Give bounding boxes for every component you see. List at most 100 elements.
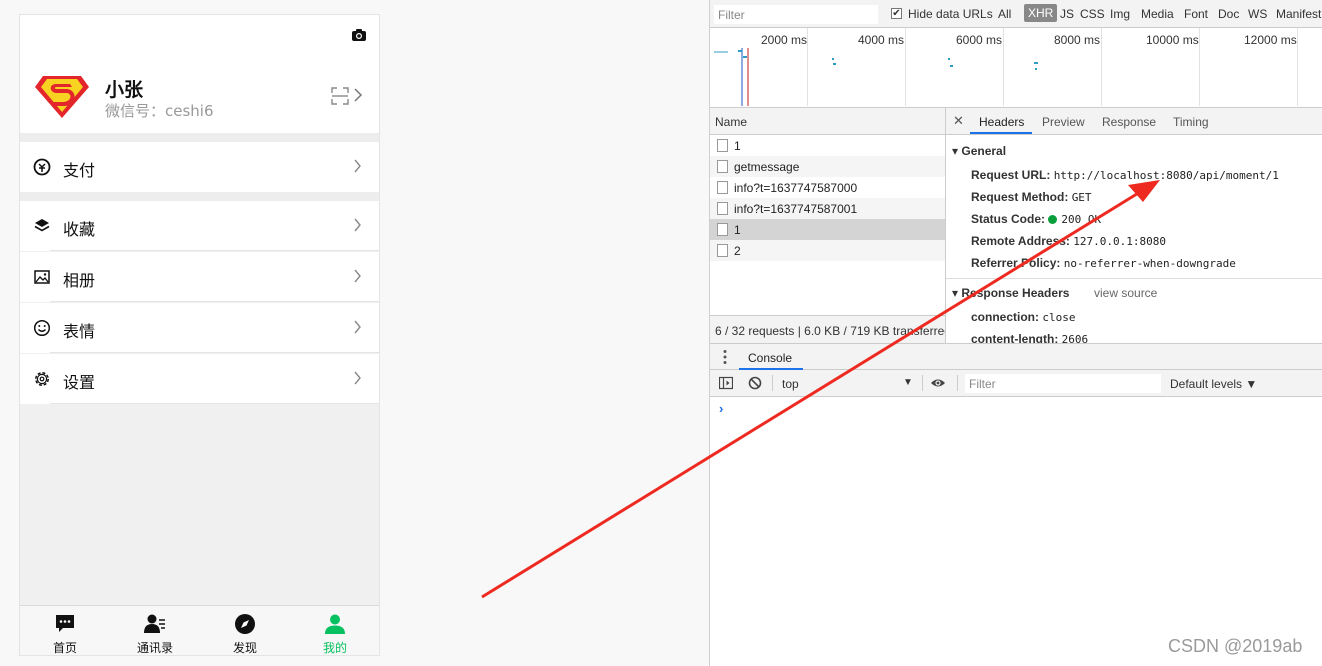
avatar[interactable] (34, 75, 90, 119)
header-value: 2606 (1061, 333, 1089, 343)
network-filter-bar: ✔ Hide data URLs All XHR JS CSS Img Medi… (710, 0, 1322, 28)
filter-type-xhr[interactable]: XHR (1024, 4, 1058, 22)
request-name: 2 (734, 244, 741, 258)
menu-item-label: 设置 (63, 373, 96, 392)
menu-item-pay[interactable]: 支付 (20, 142, 379, 192)
camera-icon[interactable] (352, 29, 366, 41)
view-source-link[interactable]: view source (1094, 286, 1157, 300)
request-name: info?t=1637747587001 (734, 202, 858, 216)
response-headers-section-header[interactable]: ▾ Response Headers (952, 286, 1069, 300)
network-summary: 6 / 32 requests | 6.0 KB / 719 KB transf… (715, 324, 946, 338)
request-type-icon (717, 223, 728, 236)
menu-item-label: 相册 (63, 271, 96, 290)
menu-item-album[interactable]: 相册 (20, 252, 379, 302)
tab-preview[interactable]: Preview (1042, 115, 1085, 129)
toolbar-divider (922, 375, 923, 391)
discover-icon (235, 614, 255, 634)
header-row: Request URL: http://localhost:8080/api/m… (971, 168, 1279, 182)
menu-item-label: 支付 (63, 161, 96, 180)
header-row: Remote Address: 127.0.0.1:8080 (971, 234, 1166, 248)
tab-console[interactable]: Console (748, 351, 792, 365)
tab-contacts[interactable]: 通讯录 (110, 606, 200, 656)
filter-type-all[interactable]: All (998, 7, 1011, 21)
tab-headers[interactable]: Headers (979, 115, 1024, 129)
console-prompt[interactable]: › (719, 401, 723, 416)
filter-type-manifest[interactable]: Manifest (1276, 7, 1321, 21)
request-row-selected[interactable]: 1 (710, 219, 945, 240)
tab-response[interactable]: Response (1102, 115, 1156, 129)
request-name: info?t=1637747587000 (734, 181, 858, 195)
more-options-icon[interactable] (723, 349, 727, 365)
emoji-icon (33, 319, 51, 337)
header-value: close (1042, 311, 1076, 324)
screenshot: 小张 微信号：ceshi6 支付 收藏 相册 表情 设置 首页 通讯录 发现 我… (0, 0, 1322, 666)
section-gap (20, 192, 379, 201)
menu-item-label: 收藏 (63, 220, 96, 239)
tab-timing[interactable]: Timing (1173, 115, 1209, 129)
filter-type-font[interactable]: Font (1184, 7, 1208, 21)
general-title: General (961, 144, 1007, 158)
clear-console-icon[interactable] (748, 376, 762, 390)
network-timeline-overview[interactable]: 2000 ms 4000 ms 6000 ms 8000 ms 10000 ms… (710, 28, 1322, 108)
response-headers-title: Response Headers (961, 286, 1070, 300)
request-row[interactable]: info?t=1637747587000 (710, 177, 945, 198)
filter-type-doc[interactable]: Doc (1218, 7, 1239, 21)
toolbar-divider (957, 375, 958, 391)
favorites-icon (34, 219, 50, 232)
header-value: GET (1071, 191, 1092, 204)
request-type-icon (717, 160, 728, 173)
header-row: Request Method: GET (971, 190, 1092, 204)
show-sidebar-icon[interactable] (719, 376, 733, 390)
header-key: Request Method: (971, 190, 1069, 204)
watermark: CSDN @2019ab (1168, 636, 1303, 656)
divider (50, 403, 379, 404)
hide-data-urls-label: Hide data URLs (908, 7, 993, 21)
header-row: Status Code: 200 OK (971, 212, 1101, 226)
filter-type-css[interactable]: CSS (1080, 7, 1105, 21)
request-row[interactable]: getmessage (710, 156, 945, 177)
tab-discover[interactable]: 发现 (200, 606, 290, 656)
chevron-right-icon (354, 269, 361, 283)
toolbar-divider (772, 375, 773, 391)
header-key: content-length: (971, 332, 1059, 343)
console-filter-input[interactable] (965, 374, 1161, 393)
eye-icon[interactable] (930, 376, 946, 390)
network-filter-input[interactable] (714, 5, 878, 24)
chevron-right-icon (354, 88, 363, 102)
section-gap (20, 133, 379, 142)
request-detail-tabs: ✕ Headers Preview Response Timing (946, 108, 1322, 135)
menu-item-favorites[interactable]: 收藏 (20, 201, 379, 251)
general-section-header[interactable]: ▾ General (952, 144, 1006, 158)
filter-type-img[interactable]: Img (1110, 7, 1130, 21)
close-icon[interactable]: ✕ (953, 113, 964, 129)
header-row: content-length: 2606 (971, 332, 1088, 343)
header-key: connection: (971, 310, 1039, 324)
filter-type-js[interactable]: JS (1060, 7, 1074, 21)
log-levels-dropdown[interactable]: Default levels ▼ (1170, 377, 1257, 391)
status-ok-icon (1048, 215, 1058, 224)
hide-data-urls-checkbox[interactable]: ✔ (891, 8, 902, 19)
profile-card[interactable]: 小张 微信号：ceshi6 (20, 15, 379, 133)
request-name: 1 (734, 139, 741, 153)
divider (50, 301, 379, 302)
filter-type-ws[interactable]: WS (1248, 7, 1267, 21)
tab-me[interactable]: 我的 (290, 606, 380, 656)
menu-item-settings[interactable]: 设置 (20, 354, 379, 404)
request-row[interactable]: 1 (710, 135, 945, 156)
contacts-icon (144, 614, 165, 633)
header-key: Referrer Policy: (971, 256, 1061, 270)
request-row[interactable]: info?t=1637747587001 (710, 198, 945, 219)
name-column-label: Name (715, 115, 748, 129)
request-type-icon (717, 202, 728, 215)
menu-item-emoji[interactable]: 表情 (20, 303, 379, 353)
execution-context-select[interactable]: top (782, 377, 799, 391)
filter-type-media[interactable]: Media (1141, 7, 1174, 21)
requests-name-header[interactable]: Name (710, 108, 946, 135)
qr-code-icon[interactable] (331, 87, 349, 105)
chevron-right-icon (354, 371, 361, 385)
phone-app: 小张 微信号：ceshi6 支付 收藏 相册 表情 设置 首页 通讯录 发现 我… (19, 14, 380, 656)
request-row[interactable]: 2 (710, 240, 945, 261)
network-summary-bar: 6 / 32 requests | 6.0 KB / 719 KB transf… (710, 315, 946, 343)
tab-home[interactable]: 首页 (20, 606, 110, 656)
tab-label: 发现 (232, 641, 257, 655)
